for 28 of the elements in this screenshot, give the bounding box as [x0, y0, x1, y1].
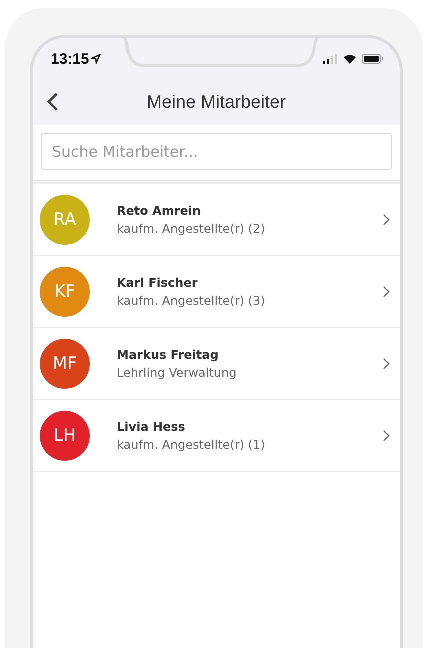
- employee-role: kaufm. Angestellte(r) (2): [117, 222, 266, 236]
- employee-name: Reto Amrein: [117, 204, 202, 218]
- chevron-right-icon: [383, 214, 390, 226]
- back-chevron-icon[interactable]: [47, 92, 59, 112]
- signal-icon: [323, 54, 338, 64]
- employee-role: kaufm. Angestellte(r) (3): [117, 294, 266, 308]
- search-field[interactable]: Suche Mitarbeiter...: [41, 133, 392, 170]
- employee-row[interactable]: RA Reto Amrein kaufm. Angestellte(r) (2): [33, 184, 400, 256]
- employee-name: Karl Fischer: [117, 276, 199, 290]
- page-title: Meine Mitarbeiter: [146, 92, 286, 113]
- chevron-right-icon: [383, 286, 390, 298]
- location-arrow-icon: [91, 54, 102, 64]
- avatar-initials: RA: [40, 194, 90, 244]
- employee-row[interactable]: KF Karl Fischer kaufm. Angestellte(r) (3): [33, 256, 400, 328]
- chevron-right-icon: [383, 430, 390, 442]
- avatar-initials: KF: [40, 266, 90, 316]
- employee-row[interactable]: MF Markus Freitag Lehrling Verwaltung: [33, 328, 400, 400]
- avatar-initials: LH: [40, 410, 90, 460]
- employee-name: Livia Hess: [117, 420, 186, 434]
- employee-role: Lehrling Verwaltung: [117, 366, 238, 380]
- wifi-icon: [343, 54, 357, 64]
- avatar-initials: MF: [40, 338, 90, 388]
- clock-time: 13:15: [51, 50, 90, 68]
- employee-row[interactable]: LH Livia Hess kaufm. Angestellte(r) (1): [33, 400, 400, 472]
- employee-role: kaufm. Angestellte(r) (1): [117, 438, 266, 452]
- employee-name: Markus Freitag: [117, 348, 220, 362]
- battery-icon: [362, 54, 384, 64]
- chevron-right-icon: [383, 358, 390, 370]
